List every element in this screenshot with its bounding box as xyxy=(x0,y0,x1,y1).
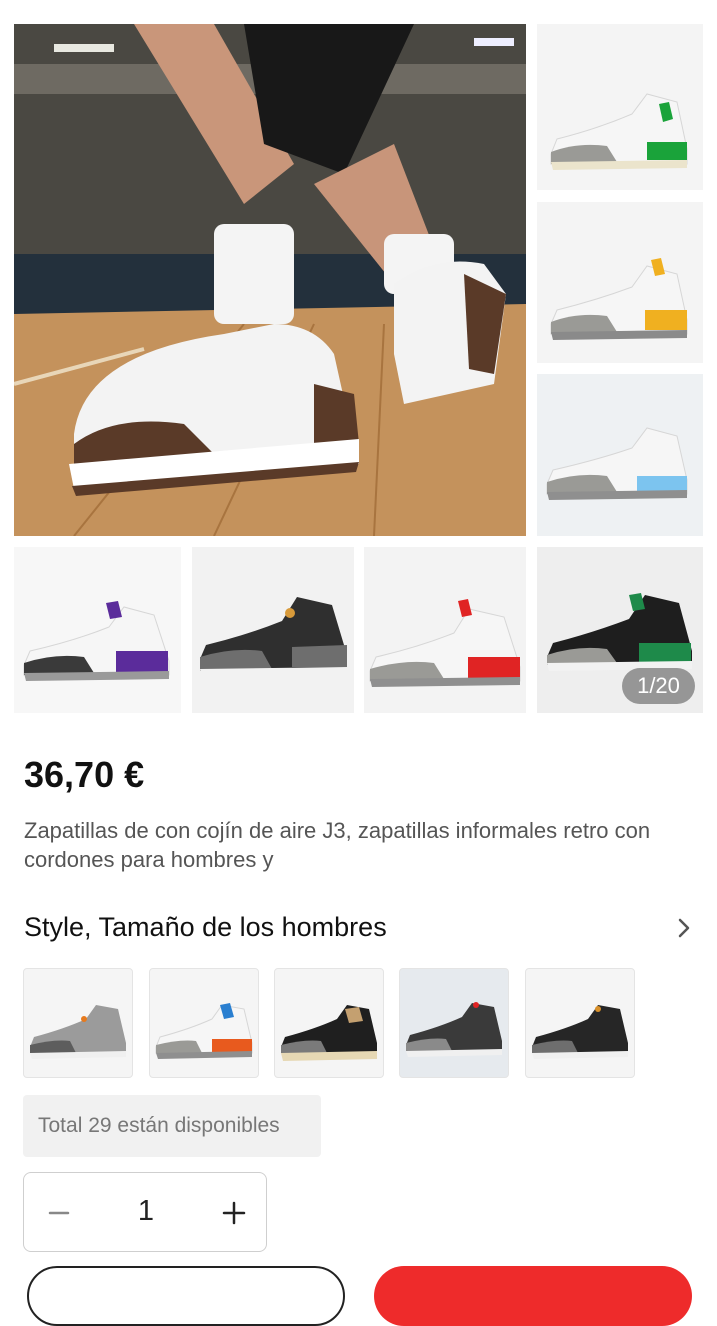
yellow-sneaker-image xyxy=(537,202,703,363)
product-title: Zapatillas de con cojín de aire J3, zapa… xyxy=(24,818,651,872)
gallery-thumbnail[interactable] xyxy=(537,202,703,363)
gallery-thumbnail[interactable] xyxy=(537,24,703,190)
variant-section-title[interactable]: Style, Tamaño de los hombres xyxy=(24,912,387,943)
chevron-right-icon[interactable] xyxy=(672,914,698,942)
secondary-action-button[interactable] xyxy=(27,1266,345,1326)
product-price: 36,70 € xyxy=(24,754,145,795)
main-product-image[interactable] xyxy=(14,24,526,536)
variant-option-thumbnail[interactable] xyxy=(274,968,384,1078)
grey-orange-sneaker-image xyxy=(30,1005,126,1059)
black-cream-sneaker-image xyxy=(281,1005,377,1061)
minus-icon[interactable] xyxy=(44,1193,74,1233)
quantity-stepper: 1 xyxy=(23,1172,267,1252)
purple-sneaker-image xyxy=(23,601,170,681)
variant-option-thumbnail[interactable] xyxy=(525,968,635,1078)
gallery-thumbnail[interactable] xyxy=(14,547,181,713)
black-sneaker-image xyxy=(200,597,347,679)
gallery-thumbnail[interactable] xyxy=(192,547,354,713)
grey-black-red-sneaker-image xyxy=(406,1002,502,1057)
white-orange-blue-sneaker-image xyxy=(155,1003,253,1059)
red-sneaker-image xyxy=(369,599,521,687)
gallery-thumbnail[interactable] xyxy=(537,374,703,536)
black-grey-sneaker-image xyxy=(532,1005,628,1059)
gallery-thumbnail[interactable] xyxy=(364,547,526,713)
product-image-gallery: 1/20 xyxy=(0,0,717,720)
variant-option-thumbnail[interactable] xyxy=(23,968,133,1078)
variant-option-thumbnail[interactable] xyxy=(149,968,259,1078)
blue-sneaker-image xyxy=(537,374,703,536)
quantity-value[interactable]: 1 xyxy=(124,1195,168,1228)
green-sneaker-image xyxy=(537,24,703,190)
primary-action-button[interactable] xyxy=(374,1266,692,1326)
stock-availability: Total 29 están disponibles xyxy=(23,1095,321,1157)
variant-option-thumbnail[interactable] xyxy=(399,968,509,1078)
image-counter: 1/20 xyxy=(622,668,695,704)
plus-icon[interactable] xyxy=(219,1193,249,1233)
hero-shoe-illustration xyxy=(14,24,526,536)
